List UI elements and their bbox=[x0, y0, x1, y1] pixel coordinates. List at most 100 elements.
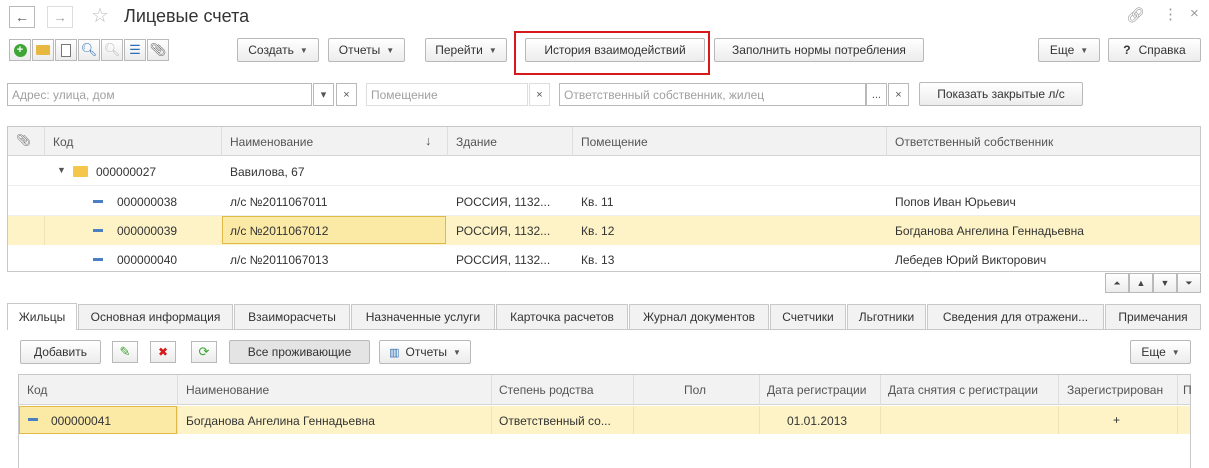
add-folder-button[interactable] bbox=[32, 39, 54, 61]
address-input[interactable]: Адрес: улица, дом bbox=[7, 83, 312, 106]
forward-button[interactable]: → bbox=[47, 6, 73, 28]
col-registered[interactable]: Зарегистрирован bbox=[1067, 383, 1163, 397]
paperclip-icon: 📎︎ bbox=[149, 42, 167, 57]
col-code[interactable]: Код bbox=[27, 383, 47, 397]
scroll-down-button[interactable]: ▼ bbox=[1153, 273, 1177, 293]
tab-residents[interactable]: Жильцы bbox=[7, 303, 77, 330]
all-living-toggle[interactable]: Все проживающие bbox=[229, 340, 370, 364]
add-resident-button[interactable]: Добавить bbox=[20, 340, 101, 364]
row-owner: Лебедев Юрий Викторович bbox=[895, 253, 1047, 267]
tab-documents[interactable]: Журнал документов bbox=[629, 304, 769, 329]
row-building: РОССИЯ, 1132... bbox=[456, 224, 551, 238]
room-clear-button[interactable]: × bbox=[529, 83, 550, 106]
create-label: Создать bbox=[248, 43, 294, 57]
row-building: РОССИЯ, 1132... bbox=[456, 253, 551, 267]
col-owner[interactable]: Ответственный собственник bbox=[895, 135, 1053, 149]
col-name[interactable]: Наименование bbox=[230, 135, 313, 149]
reports-button[interactable]: Отчеты ▼ bbox=[328, 38, 405, 62]
copy-button[interactable] bbox=[55, 39, 77, 61]
chevron-down-icon: ▼ bbox=[488, 45, 497, 55]
more-button[interactable]: Еще ▼ bbox=[1038, 38, 1100, 62]
owner-clear-button[interactable]: × bbox=[888, 83, 909, 106]
delete-button[interactable]: ✖ bbox=[150, 341, 176, 363]
col-extra[interactable]: П bbox=[1183, 383, 1192, 397]
col-gender[interactable]: Пол bbox=[684, 383, 706, 397]
link-icon[interactable]: 🔗︎ bbox=[1126, 6, 1145, 24]
chevron-down-icon: ▼ bbox=[452, 347, 461, 357]
arrow-right-icon: → bbox=[53, 9, 67, 25]
back-button[interactable]: ← bbox=[9, 6, 35, 28]
interaction-history-button[interactable]: История взаимодействий bbox=[525, 38, 705, 62]
tab-main-info[interactable]: Основная информация bbox=[78, 304, 233, 329]
resident-code: 000000041 bbox=[51, 414, 112, 428]
scroll-bottom-button[interactable]: ⏷ bbox=[1177, 273, 1201, 293]
reports-label: Отчеты bbox=[338, 43, 381, 57]
show-closed-button[interactable]: Показать закрытые л/с bbox=[919, 82, 1083, 106]
edit-button[interactable]: ✎ bbox=[112, 341, 138, 363]
list-icon: ☰ bbox=[129, 42, 141, 57]
sort-down-icon[interactable]: ↓ bbox=[425, 133, 432, 148]
row-owner: Попов Иван Юрьевич bbox=[895, 195, 1016, 209]
clear-icon: × bbox=[343, 88, 350, 101]
col-name[interactable]: Наименование bbox=[186, 383, 269, 397]
tab-calc-card[interactable]: Карточка расчетов bbox=[496, 304, 628, 329]
room-input[interactable]: Помещение bbox=[366, 83, 528, 106]
clear-icon: × bbox=[536, 88, 543, 101]
scroll-top-button[interactable]: ⏶ bbox=[1105, 273, 1129, 293]
row-code: 000000038 bbox=[117, 195, 178, 209]
goto-button[interactable]: Перейти ▼ bbox=[425, 38, 507, 62]
col-building[interactable]: Здание bbox=[456, 135, 497, 149]
owner-input[interactable]: Ответственный собственник, жилец bbox=[559, 83, 866, 106]
list-button[interactable]: ☰ bbox=[124, 39, 146, 61]
owner-select-button[interactable]: ... bbox=[866, 83, 887, 106]
row-building: РОССИЯ, 1132... bbox=[456, 195, 551, 209]
favorite-star-icon[interactable]: ☆ bbox=[91, 3, 109, 28]
resident-more-button[interactable]: Еще ▼ bbox=[1130, 340, 1191, 364]
create-button[interactable]: Создать ▼ bbox=[237, 38, 319, 62]
col-room[interactable]: Помещение bbox=[581, 135, 648, 149]
group-row[interactable] bbox=[8, 157, 1200, 186]
col-unreg-date[interactable]: Дата снятия с регистрации bbox=[888, 383, 1038, 397]
address-clear-button[interactable]: × bbox=[336, 83, 357, 106]
paperclip-icon: 📎︎ bbox=[16, 133, 32, 147]
add-button[interactable]: + bbox=[9, 39, 31, 61]
row-room: Кв. 13 bbox=[581, 253, 615, 267]
col-reg-date[interactable]: Дата регистрации bbox=[767, 383, 866, 397]
folder-icon bbox=[73, 166, 88, 177]
chevron-down-icon: ▼ bbox=[1171, 347, 1180, 357]
reports-label: Отчеты bbox=[405, 345, 447, 359]
fill-norms-button[interactable]: Заполнить нормы потребления bbox=[714, 38, 924, 62]
arrow-up-icon: ▲ bbox=[1136, 278, 1146, 288]
report-icon: ▥ bbox=[389, 346, 400, 359]
tab-services[interactable]: Назначенные услуги bbox=[351, 304, 495, 329]
arrow-bottom-icon: ⏷ bbox=[1185, 277, 1193, 288]
arrow-top-icon: ⏶ bbox=[1113, 277, 1121, 288]
resident-reports-button[interactable]: ▥ Отчеты ▼ bbox=[379, 340, 471, 364]
plus-circle-icon: + bbox=[13, 43, 27, 57]
close-icon[interactable]: × bbox=[1190, 5, 1199, 22]
scroll-up-button[interactable]: ▲ bbox=[1129, 273, 1153, 293]
clear-icon: × bbox=[895, 88, 902, 101]
item-dash-icon bbox=[93, 200, 103, 203]
folder-add-icon bbox=[36, 45, 50, 55]
attach-button[interactable]: 📎︎ bbox=[147, 39, 169, 61]
refresh-button[interactable]: ⟳ bbox=[191, 341, 217, 363]
col-code[interactable]: Код bbox=[53, 135, 73, 149]
menu-dots-icon[interactable]: ⋮ bbox=[1163, 5, 1178, 23]
refresh-icon: ⟳ bbox=[198, 344, 210, 359]
arrow-left-icon: ← bbox=[15, 9, 29, 25]
chevron-down-icon: ▼ bbox=[299, 45, 308, 55]
tab-beneficiaries[interactable]: Льготники bbox=[847, 304, 926, 329]
more-label: Еще bbox=[1049, 43, 1075, 57]
address-dropdown-button[interactable]: ▾ bbox=[313, 83, 334, 106]
find-button[interactable]: 🔍︎ bbox=[78, 39, 100, 61]
tab-reflection-info[interactable]: Сведения для отражени... bbox=[927, 304, 1104, 329]
help-button[interactable]: ? Справка bbox=[1108, 38, 1201, 62]
col-relation[interactable]: Степень родства bbox=[499, 383, 594, 397]
tab-settlements[interactable]: Взаиморасчеты bbox=[234, 304, 350, 329]
tab-meters[interactable]: Счетчики bbox=[770, 304, 846, 329]
expand-triangle-icon[interactable]: ▼ bbox=[57, 165, 66, 175]
cancel-find-button[interactable]: 🔍︎ bbox=[101, 39, 123, 61]
tab-notes[interactable]: Примечания bbox=[1105, 304, 1201, 329]
row-name: л/с №2011067011 bbox=[230, 195, 328, 209]
